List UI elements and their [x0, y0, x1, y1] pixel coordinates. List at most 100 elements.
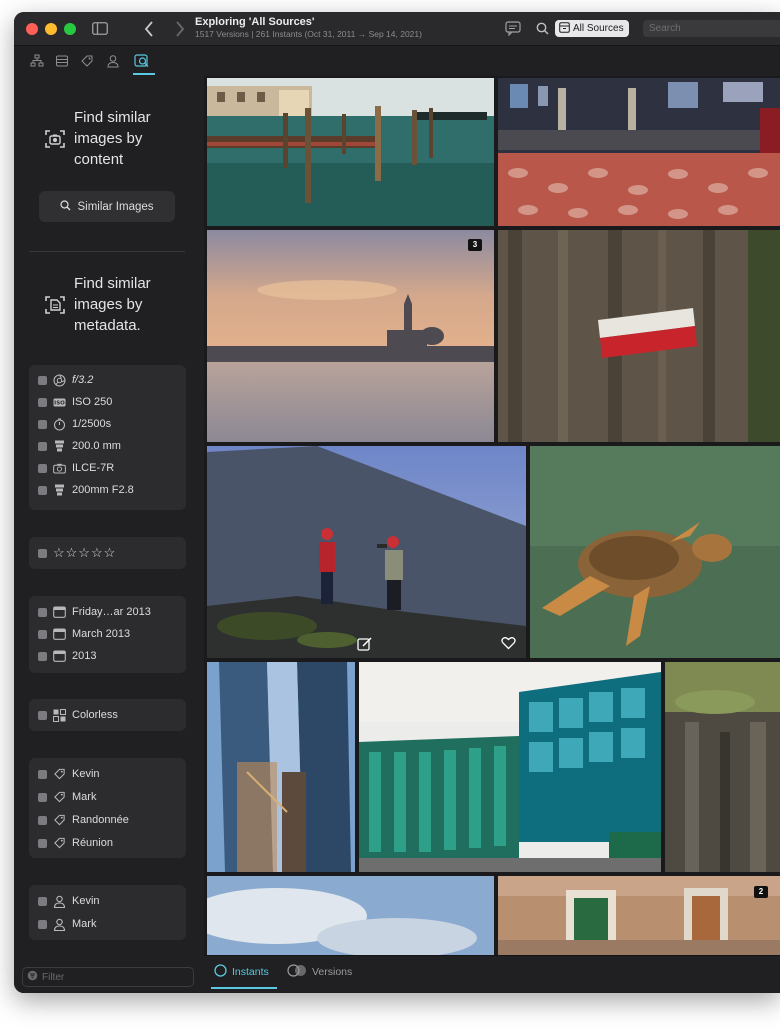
- rating-filter-card: ☆☆☆☆☆: [29, 537, 186, 569]
- checkbox[interactable]: [38, 419, 47, 429]
- checkbox[interactable]: [38, 463, 47, 473]
- checkbox[interactable]: [38, 815, 47, 825]
- keyword-row-kevin[interactable]: Kevin: [38, 765, 100, 783]
- person-icon: [53, 895, 66, 908]
- checkbox[interactable]: [38, 651, 47, 661]
- exif-shutter-label: 1/2500s: [72, 418, 112, 430]
- svg-text:ISO: ISO: [54, 400, 65, 406]
- exif-row-lens[interactable]: 200mm F2.8: [38, 481, 134, 499]
- photo-thumbnail[interactable]: 2: [498, 876, 780, 956]
- checkbox[interactable]: [38, 769, 47, 779]
- photo-thumbnail[interactable]: [359, 662, 661, 872]
- search-icon[interactable]: [536, 22, 549, 35]
- photo-thumbnail[interactable]: [665, 662, 780, 872]
- exif-iso-label: ISO 250: [72, 396, 113, 408]
- forward-chevron-icon[interactable]: [174, 20, 186, 37]
- active-tab-indicator: [133, 73, 155, 75]
- active-segment-indicator: [211, 987, 277, 989]
- exif-row-focal-length[interactable]: 200.0 mm: [38, 437, 121, 455]
- versions-segment[interactable]: Versions: [287, 964, 352, 980]
- focal-length-icon: [53, 440, 66, 453]
- filter-input[interactable]: Filter: [22, 967, 194, 987]
- date-row-year[interactable]: 2013: [38, 647, 96, 665]
- checkbox[interactable]: [38, 896, 47, 906]
- date-row-month[interactable]: March 2013: [38, 625, 130, 643]
- keyword-label: Randonnée: [72, 814, 129, 826]
- exif-row-shutter[interactable]: 1/2500s: [38, 415, 111, 433]
- keyword-label: Kevin: [72, 768, 100, 780]
- search-input[interactable]: Search: [643, 20, 780, 37]
- keyword-row-reunion[interactable]: Réunion: [38, 834, 113, 852]
- keyword-row-randonnee[interactable]: Randonnée: [38, 811, 129, 829]
- all-sources-label: All Sources: [573, 23, 624, 34]
- photo-thumbnail[interactable]: [498, 230, 780, 442]
- color-row[interactable]: Colorless: [38, 706, 118, 724]
- window-subtitle: 1517 Versions | 261 Instants (Oct 31, 20…: [195, 29, 422, 39]
- tag-icon[interactable]: [80, 54, 94, 68]
- checkbox[interactable]: [38, 919, 47, 929]
- filter-placeholder: Filter: [42, 971, 65, 983]
- date-row-day[interactable]: Friday…ar 2013: [38, 603, 151, 621]
- title-bar: Exploring 'All Sources' 1517 Versions | …: [14, 12, 780, 46]
- person-row-mark[interactable]: Mark: [38, 915, 96, 933]
- exif-row-iso[interactable]: ISO ISO 250: [38, 393, 112, 411]
- filter-icon: [27, 970, 38, 984]
- similar-search-icon[interactable]: [134, 54, 152, 68]
- checkbox[interactable]: [38, 441, 47, 451]
- exif-row-camera[interactable]: ILCE-7R: [38, 459, 114, 477]
- checkbox[interactable]: [38, 485, 47, 495]
- date-month-label: March 2013: [72, 628, 131, 640]
- person-row-kevin[interactable]: Kevin: [38, 892, 100, 910]
- date-filter-card: Friday…ar 2013 March 2013 2013: [29, 596, 186, 673]
- sidebar-divider: [29, 251, 185, 252]
- back-chevron-icon[interactable]: [143, 20, 155, 37]
- checkbox[interactable]: [38, 397, 47, 407]
- metadata-frame-icon: [44, 294, 66, 316]
- photo-thumbnail[interactable]: [207, 876, 494, 956]
- checkbox[interactable]: [38, 375, 47, 385]
- checkbox[interactable]: [38, 548, 47, 558]
- comment-icon[interactable]: [505, 21, 521, 36]
- checkbox[interactable]: [38, 629, 47, 639]
- minimize-window-button[interactable]: [45, 23, 57, 35]
- star-rating[interactable]: ☆☆☆☆☆: [53, 545, 116, 561]
- person-label: Mark: [72, 918, 97, 930]
- tag-icon: [53, 814, 66, 827]
- exif-lens-label: 200mm F2.8: [72, 484, 134, 496]
- metadata-table-icon[interactable]: [55, 54, 69, 68]
- favorite-heart-icon[interactable]: [501, 636, 516, 650]
- keyword-row-mark[interactable]: Mark: [38, 788, 96, 806]
- similar-images-button[interactable]: Similar Images: [39, 191, 175, 222]
- zoom-window-button[interactable]: [64, 23, 76, 35]
- photo-thumbnail[interactable]: 3: [207, 230, 494, 442]
- app-window: Exploring 'All Sources' 1517 Versions | …: [14, 12, 780, 993]
- camera-icon: [53, 462, 66, 475]
- keyword-label: Réunion: [72, 837, 113, 849]
- checkbox[interactable]: [38, 838, 47, 848]
- stack-count-badge: 2: [754, 886, 768, 898]
- sidebar-toggle-icon[interactable]: [92, 22, 108, 35]
- photo-thumbnail[interactable]: [530, 446, 780, 658]
- photo-thumbnail[interactable]: [207, 662, 355, 872]
- photo-thumbnail[interactable]: [207, 78, 494, 226]
- keyword-filter-card: Kevin Mark Randonnée Réunion: [29, 758, 186, 858]
- photo-thumbnail-selected[interactable]: [207, 446, 526, 658]
- checkbox[interactable]: [38, 607, 47, 617]
- person-label: Kevin: [72, 895, 100, 907]
- find-by-metadata-text: Find similar images by metadata.: [74, 275, 151, 334]
- tag-icon: [53, 768, 66, 781]
- checkbox[interactable]: [38, 792, 47, 802]
- edit-icon[interactable]: [357, 636, 373, 652]
- checkbox[interactable]: [38, 710, 47, 720]
- exif-row-aperture[interactable]: f/3.2: [38, 371, 93, 389]
- hierarchy-icon[interactable]: [30, 54, 44, 68]
- all-sources-button[interactable]: All Sources: [555, 20, 629, 37]
- close-window-button[interactable]: [26, 23, 38, 35]
- instants-segment[interactable]: Instants: [214, 964, 269, 980]
- versions-label: Versions: [312, 966, 353, 978]
- rating-row[interactable]: ☆☆☆☆☆: [38, 544, 116, 562]
- person-icon[interactable]: [106, 54, 120, 68]
- photo-thumbnail[interactable]: [498, 78, 780, 226]
- instants-circle-icon: [214, 964, 227, 980]
- find-by-content-text: Find similar images by content: [74, 109, 151, 168]
